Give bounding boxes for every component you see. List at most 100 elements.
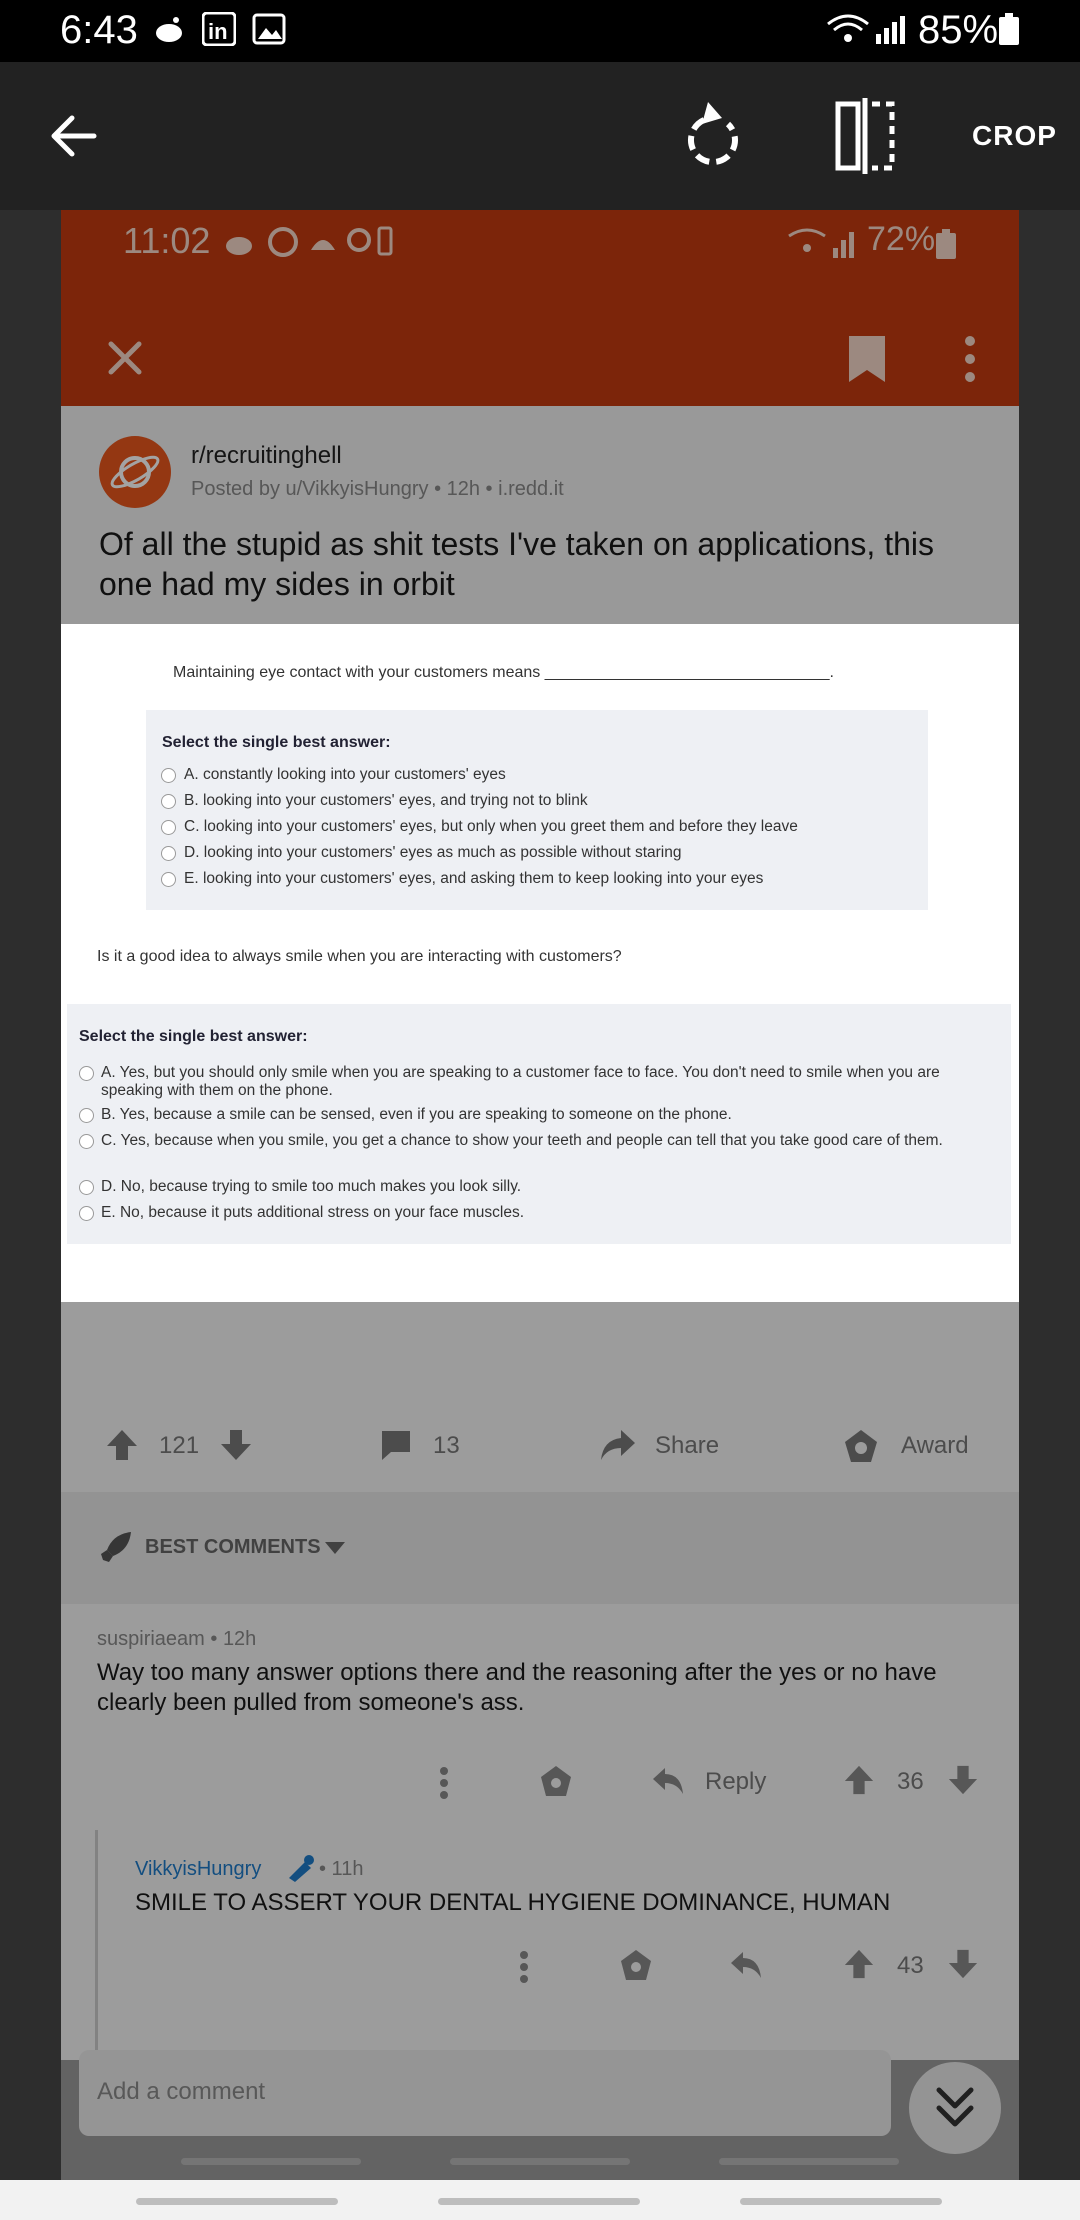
- option-q1-e: E. looking into your customers' eyes, an…: [184, 870, 764, 887]
- subreddit-name: r/recruitinghell: [191, 442, 342, 469]
- option-q2-e: E. No, because it puts additional stress…: [101, 1204, 525, 1221]
- comment-1-votes: 36: [897, 1768, 924, 1795]
- inner-signal-icons: [788, 228, 854, 258]
- comments-section: suspiriaeam • 12h Way too many answer op…: [61, 1604, 1019, 2060]
- radio-q1-e: [161, 872, 176, 887]
- share-label: Share: [655, 1432, 720, 1459]
- nav-home-handle[interactable]: [438, 2198, 640, 2205]
- linkedin-icon: in: [202, 12, 236, 46]
- vote-count: 121: [159, 1432, 200, 1459]
- post-actions: 121 13 Share Award: [61, 1302, 1019, 1512]
- inner-post-toolbar: [61, 306, 1019, 406]
- comment-2-upvote-icon: [844, 1949, 874, 1979]
- more-options-icon: [965, 336, 975, 382]
- upvote-icon: [107, 1430, 137, 1460]
- signal-icon: [876, 16, 905, 44]
- comment-1-downvote-icon: [948, 1765, 978, 1795]
- gallery-icon: [252, 13, 286, 45]
- nav-recents-handle[interactable]: [136, 2198, 338, 2205]
- collapse-comments-button: [909, 2062, 1001, 2154]
- question-2-prompt: Is it a good idea to always smile when y…: [97, 948, 622, 965]
- close-icon: [108, 341, 142, 375]
- double-chevron-down-icon: [936, 2087, 974, 2127]
- question-1-answers: Select the single best answer: A. consta…: [146, 710, 928, 910]
- image-preview[interactable]: 11:02 72% r/recruitinghell Posted by u/V…: [61, 210, 1019, 2180]
- radio-q2-d: [79, 1180, 94, 1195]
- radio-q2-a: [79, 1066, 94, 1081]
- crop-handle-left[interactable]: [181, 2158, 361, 2165]
- flair-icon: [289, 1855, 314, 1882]
- option-q2-b: B. Yes, because a smile can be sensed, e…: [101, 1106, 732, 1123]
- post-meta: Posted by u/VikkyisHungry • 12h • i.redd…: [191, 478, 564, 500]
- crop-handle-right[interactable]: [719, 2158, 899, 2165]
- option-q1-d: D. looking into your customers' eyes as …: [184, 844, 682, 861]
- planet-icon: [110, 455, 160, 489]
- inner-battery-icon: [936, 229, 956, 259]
- flip-icon[interactable]: [832, 98, 898, 174]
- add-comment-placeholder: Add a comment: [97, 2078, 266, 2105]
- comment-2-author: VikkyisHungry: [135, 1858, 262, 1880]
- comment-1-reply-label: Reply: [705, 1768, 767, 1795]
- back-arrow-icon[interactable]: [50, 114, 98, 158]
- battery-icon: [999, 13, 1019, 45]
- comment-2-more-icon: [520, 1951, 528, 1983]
- thread-line: [95, 1830, 98, 2060]
- editor-toolbar: CROP: [0, 62, 1080, 210]
- comment-2-text: SMILE TO ASSERT YOUR DENTAL HYGIENE DOMI…: [135, 1889, 891, 1916]
- comment-2-award-icon: [621, 1950, 651, 1980]
- rocket-icon: [101, 1532, 131, 1562]
- award-icon: [845, 1430, 877, 1462]
- best-comments-label: BEST COMMENTS: [145, 1536, 321, 1558]
- option-q1-b: B. looking into your customers' eyes, an…: [184, 792, 588, 809]
- question-1-prompt: Maintaining eye contact with your custom…: [173, 664, 834, 681]
- app-notification-icon: [156, 17, 182, 42]
- radio-q1-b: [161, 794, 176, 809]
- radio-q1-a: [161, 768, 176, 783]
- comment-2-reply-icon: [731, 1952, 761, 1978]
- rotate-icon[interactable]: [684, 96, 748, 172]
- radio-q2-b: [79, 1108, 94, 1123]
- crop-handle-center[interactable]: [450, 2158, 630, 2165]
- comment-2-downvote-icon: [948, 1949, 978, 1979]
- inner-notification-icons: [226, 226, 393, 257]
- chevron-down-icon: [325, 1542, 345, 1554]
- comment-1-meta: suspiriaeam • 12h: [97, 1628, 257, 1650]
- subreddit-avatar: [99, 436, 171, 508]
- comment-sort-bar: BEST COMMENTS: [61, 1492, 1019, 1604]
- comment-1-reply-icon: [653, 1768, 683, 1794]
- radio-q1-c: [161, 820, 176, 835]
- comment-2-votes: 43: [897, 1952, 924, 1979]
- radio-q2-e: [79, 1206, 94, 1221]
- comment-count: 13: [433, 1432, 460, 1459]
- inner-status-time: 11:02: [123, 220, 211, 261]
- comment-2-time: • 11h: [319, 1858, 364, 1880]
- share-icon: [601, 1430, 635, 1460]
- nav-back-handle[interactable]: [740, 2198, 942, 2205]
- option-q2-a: A. Yes, but you should only smile when y…: [101, 1064, 940, 1099]
- question-2-select-label: Select the single best answer:: [79, 1028, 308, 1045]
- quiz-image: Maintaining eye contact with your custom…: [61, 624, 1019, 1302]
- post-title: Of all the stupid as shit tests I've tak…: [99, 526, 934, 602]
- downvote-icon: [221, 1430, 251, 1460]
- award-label: Award: [901, 1432, 969, 1459]
- option-q1-c: C. looking into your customers' eyes, bu…: [184, 818, 798, 835]
- svg-text:in: in: [208, 19, 228, 44]
- status-bar: 6:43 in 85%: [0, 0, 1080, 62]
- comment-1-text: Way too many answer options there and th…: [97, 1659, 937, 1716]
- radio-q2-c: [79, 1134, 94, 1149]
- comment-1-more-icon: [440, 1767, 448, 1799]
- crop-button[interactable]: CROP: [972, 120, 1057, 152]
- wifi-icon: [827, 14, 869, 42]
- comment-1-award-icon: [541, 1766, 571, 1796]
- battery-percent: 85%: [918, 8, 999, 52]
- question-1-select-label: Select the single best answer:: [162, 734, 391, 751]
- status-time: 6:43: [60, 8, 138, 52]
- option-q2-c: C. Yes, because when you smile, you get …: [101, 1132, 943, 1149]
- option-q2-d: D. No, because trying to smile too much …: [101, 1178, 522, 1195]
- inner-status-bar: 11:02 72%: [61, 210, 1019, 306]
- comment-icon: [382, 1431, 410, 1460]
- add-comment-field: Add a comment: [79, 2050, 891, 2136]
- system-nav-bar: [0, 2180, 1080, 2220]
- comment-1-upvote-icon: [844, 1765, 874, 1795]
- option-q1-a: A. constantly looking into your customer…: [184, 766, 506, 783]
